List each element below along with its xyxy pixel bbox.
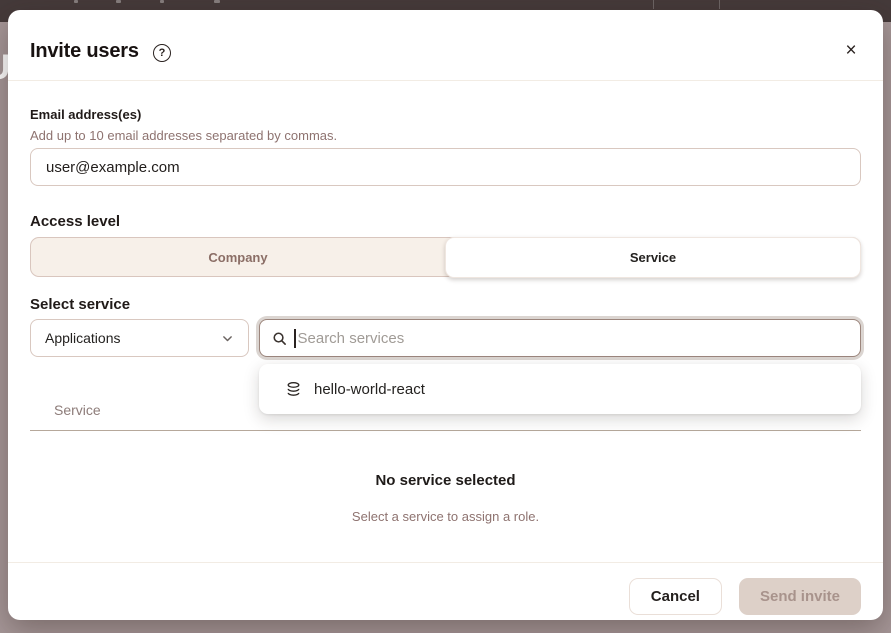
close-icon[interactable]: × xyxy=(839,39,863,63)
search-icon xyxy=(272,331,287,346)
search-result-item[interactable]: hello-world-react xyxy=(259,364,861,414)
topbar-text-fragment xyxy=(214,0,220,3)
email-addresses-label: Email address(es) xyxy=(30,107,141,122)
access-level-label: Access level xyxy=(30,213,120,230)
stack-icon xyxy=(285,381,302,398)
access-level-segmented-control: Company Service xyxy=(30,237,861,277)
topbar-divider xyxy=(719,0,720,9)
search-results-panel: hello-world-react xyxy=(259,364,861,414)
empty-state-title: No service selected xyxy=(8,472,883,489)
chevron-down-icon xyxy=(221,332,234,345)
header-divider xyxy=(8,80,883,81)
table-header-divider xyxy=(30,430,861,431)
page-root: { "backdrop": { "topbar_color": "#453a3a… xyxy=(0,0,891,633)
email-addresses-input[interactable] xyxy=(30,148,861,186)
dialog-title: Invite users xyxy=(30,40,139,63)
topbar-divider xyxy=(653,0,654,9)
dialog-footer: Cancel Send invite xyxy=(8,578,883,615)
segment-company[interactable]: Company xyxy=(31,238,445,276)
empty-state-subtitle: Select a service to assign a role. xyxy=(8,509,883,524)
invite-users-dialog: Invite users ? × Email address(es) Add u… xyxy=(8,10,883,620)
search-result-name: hello-world-react xyxy=(314,381,425,398)
topbar-text-fragment xyxy=(116,0,121,3)
service-category-value: Applications xyxy=(45,330,121,346)
service-column-header: Service xyxy=(54,402,101,418)
segment-service[interactable]: Service xyxy=(445,237,861,278)
email-addresses-hint: Add up to 10 email addresses separated b… xyxy=(30,128,337,143)
topbar-text-fragment xyxy=(160,0,164,3)
service-category-dropdown[interactable]: Applications xyxy=(30,319,249,357)
service-search-field[interactable] xyxy=(259,319,861,357)
help-icon[interactable]: ? xyxy=(153,44,171,62)
service-search-input[interactable] xyxy=(296,330,849,347)
cancel-button[interactable]: Cancel xyxy=(629,578,722,615)
topbar-text-fragment xyxy=(74,0,78,3)
send-invite-button[interactable]: Send invite xyxy=(739,578,861,615)
select-service-label: Select service xyxy=(30,296,130,313)
footer-divider xyxy=(8,562,883,563)
